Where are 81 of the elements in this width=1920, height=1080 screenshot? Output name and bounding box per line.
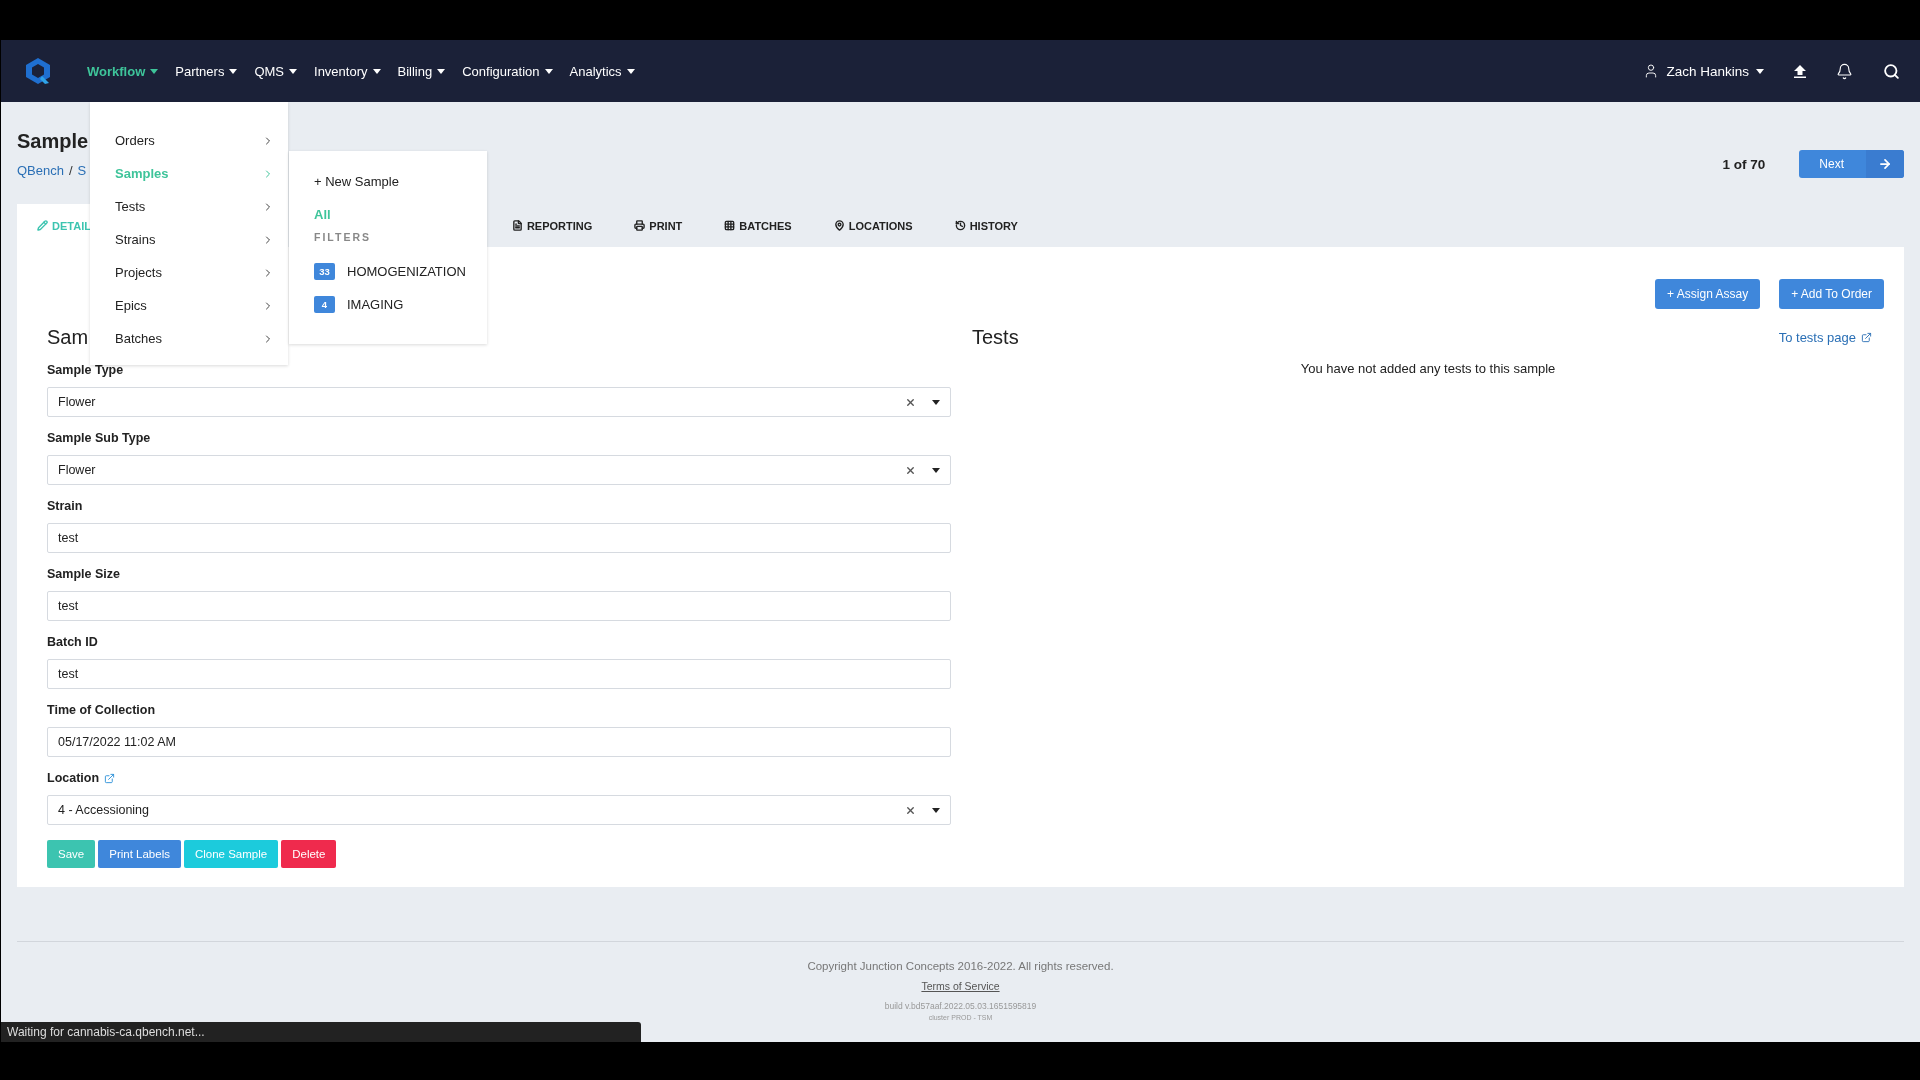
input-field[interactable]: test [47,591,951,621]
tab[interactable]: LOCATIONS [813,204,935,247]
field-label: Sample Type [47,363,124,377]
caret-icon [626,68,635,74]
status-bar: Waiting for cannabis-ca.qbench.net... [1,1022,641,1042]
section-heading: Tests [972,325,1019,349]
caret-icon [932,467,940,473]
caret-icon [289,68,298,74]
bell-icon[interactable] [1836,62,1853,80]
select-field[interactable]: Flower [47,455,951,485]
breadcrumb-link[interactable]: S [77,163,87,178]
nav-menu-item[interactable]: Configuration [462,63,553,79]
input-field[interactable]: 05/17/2022 11:02 AM [47,727,951,757]
grid-icon [724,220,736,231]
external-link-icon [1861,331,1872,343]
clear-icon[interactable] [905,464,916,476]
field-label: Batch ID [47,635,98,649]
nav-menu-item[interactable]: Workflow [87,63,159,79]
search-icon[interactable] [1883,62,1900,80]
select-field[interactable]: Flower [47,387,951,417]
tab[interactable]: REPORTING [491,204,615,247]
filter-item[interactable]: 4 IMAGING [314,288,487,321]
caret-icon [932,807,940,813]
field-label: Strain [47,499,83,513]
terms-link[interactable]: Terms of Service [921,980,1000,992]
nav-menu-item[interactable]: Partners [175,63,238,79]
nav-menu-item[interactable]: Billing [397,63,446,79]
caret-icon [372,68,381,74]
caret-icon [150,68,159,74]
action-button[interactable]: + Assign Assay [1655,279,1761,309]
tab[interactable]: HISTORY [934,204,1040,247]
build-text: build v.bd57aaf.2022.05.03.1651595819 [884,1001,1037,1011]
pager-count: 1 of 70 [1722,156,1766,172]
upload-icon[interactable] [1794,64,1806,78]
nav-menu-item[interactable]: QMS [254,63,298,79]
input-field[interactable]: test [47,659,951,689]
count-badge: 4 [314,296,335,313]
menu-item[interactable]: Orders [90,124,288,157]
breadcrumb-link[interactable]: QBench [17,163,64,178]
field-label: Sample Sub Type [47,431,151,445]
count-badge: 33 [314,263,335,280]
tab[interactable]: PRINT [614,204,705,247]
copyright-text: Copyright Junction Concepts 2016-2022. All rights reserved. [807,960,1114,972]
form-button[interactable]: Delete [281,840,337,868]
select-field[interactable]: 4 - Accessioning [47,795,951,825]
caret-icon [932,399,940,405]
section-heading: Sam [47,325,89,349]
history-icon [954,220,966,231]
form-button[interactable]: Print Labels [98,840,181,868]
page-title: Sample [17,130,89,153]
caret-icon [437,68,446,74]
tests-page-link[interactable]: To tests page [1778,329,1872,345]
field-label: Time of Collection [47,703,156,717]
nav-menu-item[interactable]: Inventory [314,63,381,79]
filter-item[interactable]: 33 HOMOGENIZATION [314,255,487,288]
next-button[interactable]: Next [1799,150,1904,178]
clear-icon[interactable] [905,804,916,816]
tab[interactable]: BATCHES [704,204,814,247]
menu-item[interactable]: Epics [90,289,288,322]
empty-message: You have not added any tests to this sample [1299,361,1557,376]
input-field[interactable]: test [47,523,951,553]
field-label: Sample Size [47,567,120,581]
user-menu[interactable]: Zach Hankins [1643,63,1764,79]
logo-icon[interactable] [23,56,53,86]
printer-icon [634,220,646,231]
submenu-item[interactable]: + New Sample [314,171,487,204]
menu-item[interactable]: Batches [90,322,288,355]
caret-icon [544,68,553,74]
filters-heading: FILTERS [314,231,372,243]
clear-icon[interactable] [905,396,916,408]
external-link-icon[interactable] [104,772,116,784]
document-icon [511,220,523,231]
breadcrumb-separator: / [69,163,73,178]
menu-item[interactable]: Projects [90,256,288,289]
map-pin-icon [833,220,845,231]
nav-menu-item[interactable]: Analytics [569,63,635,79]
caret-icon [229,68,238,74]
pencil-icon [37,220,48,231]
caret-icon [1756,68,1764,74]
field-label: Location [47,771,100,785]
action-button[interactable]: + Add To Order [1779,279,1884,309]
